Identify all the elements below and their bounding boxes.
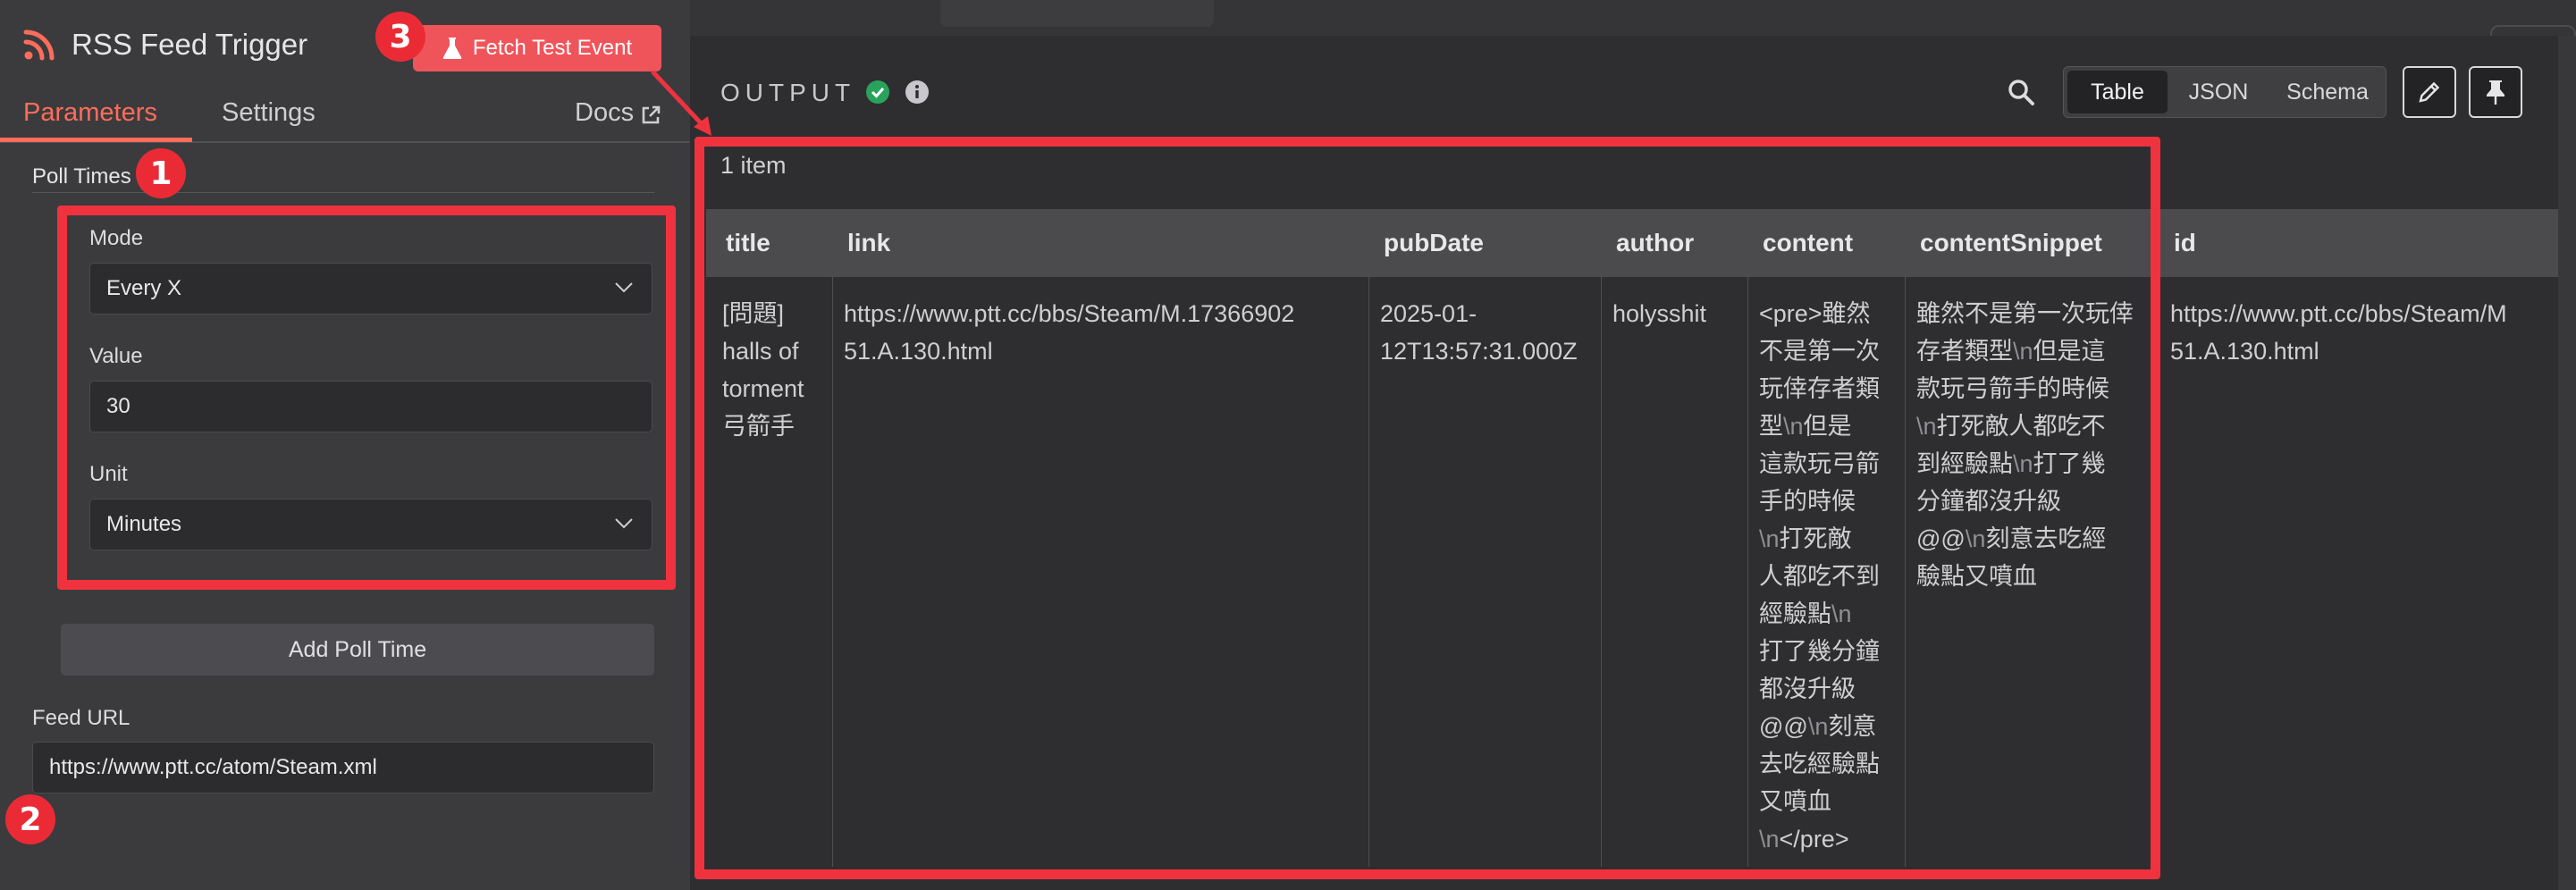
annotation-box-output-table — [695, 137, 2160, 879]
annotation-badge-2: 2 — [5, 794, 55, 844]
cell-line: 51.A.130.html — [2170, 338, 2319, 365]
info-icon[interactable] — [905, 80, 930, 105]
pin-data-button[interactable] — [2469, 66, 2522, 118]
pin-icon — [2487, 80, 2504, 105]
feed-url-label: Feed URL — [32, 706, 130, 730]
output-title: OUTPUT — [720, 79, 856, 106]
success-check-icon — [866, 80, 889, 104]
pencil-icon — [2419, 81, 2440, 103]
active-tab-underline — [0, 138, 192, 142]
node-title[interactable]: RSS Feed Trigger — [72, 28, 307, 62]
rss-icon — [23, 29, 55, 61]
view-json-button[interactable]: JSON — [2175, 71, 2262, 113]
cell-id: https://www.ptt.cc/bbs/Steam/M 51.A.130.h… — [2170, 295, 2558, 370]
edit-output-button[interactable] — [2403, 66, 2456, 118]
tab-settings[interactable]: Settings — [222, 98, 316, 128]
column-header-id[interactable]: id — [2174, 229, 2196, 257]
node-tabs: Parameters Settings Docs — [0, 89, 690, 143]
view-schema-button[interactable]: Schema — [2269, 71, 2386, 113]
fetch-test-event-button[interactable]: Fetch Test Event — [413, 25, 661, 71]
cell-line: https://www.ptt.cc/bbs/Steam/M — [2170, 300, 2507, 327]
view-table-button[interactable]: Table — [2067, 71, 2168, 113]
panel-scrollbar[interactable] — [2558, 36, 2576, 890]
tab-parameters[interactable]: Parameters — [23, 98, 157, 128]
feed-url-input[interactable]: https://www.ptt.cc/atom/Steam.xml — [32, 742, 654, 793]
editor-executions-switch[interactable] — [940, 0, 1214, 27]
poll-times-heading: Poll Times — [32, 164, 131, 189]
annotation-badge-1: 1 — [136, 148, 186, 198]
output-view-toggle: Table JSON Schema — [2063, 66, 2387, 118]
annotation-badge-3: 3 — [375, 12, 425, 62]
flask-icon — [442, 38, 462, 59]
search-icon[interactable] — [2008, 79, 2034, 105]
add-poll-time-button[interactable]: Add Poll Time — [61, 624, 654, 676]
poll-times-divider — [32, 192, 654, 193]
fetch-test-event-label: Fetch Test Event — [472, 36, 633, 60]
annotation-arrow — [651, 70, 711, 136]
annotation-box-poll-settings — [57, 206, 676, 590]
